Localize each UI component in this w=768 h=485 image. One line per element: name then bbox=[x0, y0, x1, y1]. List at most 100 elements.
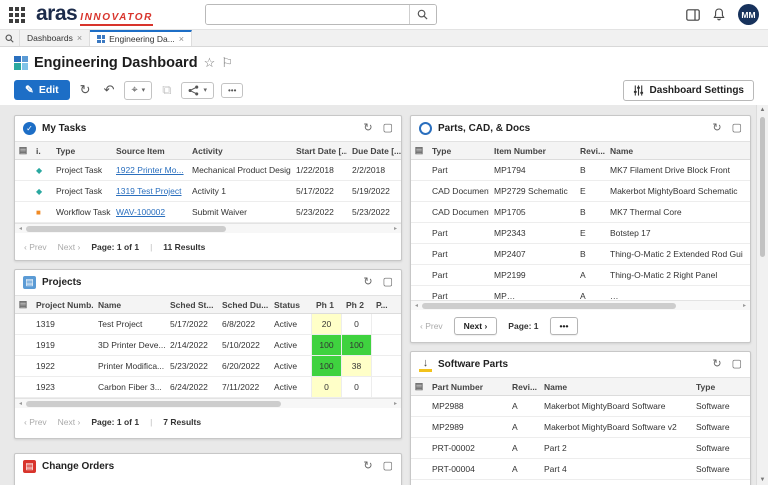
select-all-icon[interactable]: ▤ bbox=[411, 145, 427, 156]
table-row[interactable]: MP2988 A Makerbot MightyBoard Software S… bbox=[411, 396, 750, 417]
next-button[interactable]: Next › bbox=[58, 417, 81, 427]
table-row[interactable]: 1922 Printer Modifica... 5/23/2022 6/20/… bbox=[15, 356, 401, 377]
horizontal-scrollbar[interactable]: ◂ ▸ bbox=[411, 300, 750, 310]
scrollbar-thumb[interactable] bbox=[26, 226, 226, 232]
table-row[interactable]: PRT-00004 A Part 4 Software bbox=[411, 459, 750, 480]
column-header[interactable]: Sched Du... bbox=[217, 300, 269, 310]
table-row[interactable]: 1319 Test Project 5/17/2022 6/8/2022 Act… bbox=[15, 314, 401, 335]
refresh-icon[interactable]: ↻ bbox=[363, 461, 372, 472]
flag-icon[interactable]: ⚐ bbox=[221, 56, 233, 69]
scrollbar-track[interactable] bbox=[26, 226, 390, 232]
maximize-icon[interactable]: ▢ bbox=[383, 277, 393, 288]
refresh-icon[interactable]: ↻ bbox=[712, 123, 721, 134]
column-header[interactable]: Part Number bbox=[427, 382, 507, 392]
table-row[interactable]: 1919 3D Printer Deve... 2/14/2022 5/10/2… bbox=[15, 335, 401, 356]
column-header[interactable]: Ph 2 bbox=[341, 300, 371, 310]
share-dropdown[interactable]: ▾ bbox=[181, 82, 214, 99]
column-header[interactable]: Revi... bbox=[507, 382, 539, 392]
next-button[interactable]: Next › bbox=[454, 317, 498, 335]
scrollbar-track[interactable] bbox=[26, 401, 390, 407]
scroll-down-icon[interactable]: ▼ bbox=[760, 475, 766, 485]
table-row[interactable]: ◆ Project Task 1922 Printer Mo... Mechan… bbox=[15, 160, 401, 181]
vertical-scrollbar[interactable]: ▲ ▼ bbox=[756, 105, 768, 485]
scrollbar-track[interactable] bbox=[757, 115, 768, 475]
column-header[interactable]: i. bbox=[31, 146, 51, 156]
edit-button[interactable]: ✎ Edit bbox=[14, 80, 70, 100]
undo-button[interactable]: ↶ bbox=[101, 81, 118, 99]
user-avatar[interactable]: MM bbox=[738, 4, 759, 25]
column-header[interactable]: Item Number bbox=[489, 146, 575, 156]
horizontal-scrollbar[interactable]: ◂ ▸ bbox=[15, 223, 401, 233]
column-header[interactable]: Type bbox=[427, 146, 489, 156]
table-row[interactable]: Part MP2343 E Botstep 17 bbox=[411, 223, 750, 244]
tab-engineering-dashboard[interactable]: Engineering Da... × bbox=[90, 30, 192, 46]
scroll-left-icon[interactable]: ◂ bbox=[15, 225, 26, 232]
column-header[interactable]: Type bbox=[691, 382, 750, 392]
table-row[interactable]: CAD Document MP2729 Schematic E Makerbot… bbox=[411, 181, 750, 202]
column-header[interactable]: Start Date [...] bbox=[291, 146, 347, 156]
table-row[interactable]: ■ Workflow Task WAV-100002 Submit Waiver… bbox=[15, 202, 401, 223]
view-mode-dropdown[interactable]: ⌖ ▾ bbox=[124, 81, 152, 100]
column-header[interactable]: Ph 1 bbox=[311, 300, 341, 310]
column-header[interactable]: Status bbox=[269, 300, 311, 310]
aras-logo[interactable]: aras INNOVATOR bbox=[36, 3, 153, 26]
table-row[interactable]: ◆ Project Task 1319 Test Project Activit… bbox=[15, 181, 401, 202]
close-icon[interactable]: × bbox=[179, 34, 184, 44]
scrollbar-thumb[interactable] bbox=[760, 117, 765, 257]
refresh-icon[interactable]: ↻ bbox=[712, 359, 721, 370]
side-panel-toggle-button[interactable] bbox=[686, 9, 700, 21]
table-row[interactable]: 1923 Carbon Fiber 3... 6/24/2022 7/11/20… bbox=[15, 377, 401, 398]
scrollbar-track[interactable] bbox=[422, 303, 739, 309]
scroll-right-icon[interactable]: ▸ bbox=[739, 302, 750, 309]
column-header[interactable]: P... bbox=[371, 300, 401, 310]
scroll-up-icon[interactable]: ▲ bbox=[760, 105, 766, 115]
horizontal-scrollbar[interactable]: ◂ ▸ bbox=[15, 398, 401, 408]
prev-button[interactable]: ‹ Prev bbox=[420, 321, 443, 331]
select-all-icon[interactable]: ▤ bbox=[15, 299, 31, 310]
column-header[interactable]: Sched St... bbox=[165, 300, 217, 310]
select-all-icon[interactable]: ▤ bbox=[411, 381, 427, 392]
column-header[interactable]: Name bbox=[605, 146, 750, 156]
select-all-icon[interactable]: ▤ bbox=[15, 145, 31, 156]
next-button[interactable]: Next › bbox=[58, 242, 81, 252]
refresh-button[interactable]: ↻ bbox=[77, 81, 94, 99]
scroll-right-icon[interactable]: ▸ bbox=[390, 225, 401, 232]
maximize-icon[interactable]: ▢ bbox=[383, 123, 393, 134]
scroll-left-icon[interactable]: ◂ bbox=[411, 302, 422, 309]
more-actions-button[interactable]: ••• bbox=[221, 83, 243, 98]
prev-button[interactable]: ‹ Prev bbox=[24, 417, 47, 427]
copy-button[interactable]: ⧉ bbox=[159, 81, 174, 99]
source-item-link[interactable]: WAV-100002 bbox=[111, 207, 187, 217]
source-item-link[interactable]: 1922 Printer Mo... bbox=[111, 165, 187, 175]
refresh-icon[interactable]: ↻ bbox=[363, 123, 372, 134]
column-header[interactable]: Source Item bbox=[111, 146, 187, 156]
column-header[interactable]: Due Date [...] bbox=[347, 146, 401, 156]
column-header[interactable]: Type bbox=[51, 146, 111, 156]
more-pages-button[interactable]: ••• bbox=[550, 317, 579, 335]
search-button[interactable] bbox=[409, 5, 436, 24]
prev-button[interactable]: ‹ Prev bbox=[24, 242, 47, 252]
table-row[interactable]: Part MP2199 A Thing-O-Matic 2 Right Pane… bbox=[411, 265, 750, 286]
column-header[interactable]: Revi... bbox=[575, 146, 605, 156]
column-header[interactable]: Activity bbox=[187, 146, 291, 156]
maximize-icon[interactable]: ▢ bbox=[732, 123, 742, 134]
favorite-star-icon[interactable]: ☆ bbox=[204, 56, 216, 69]
tab-search-button[interactable] bbox=[0, 30, 20, 46]
table-row[interactable]: Part MP… A … bbox=[411, 286, 750, 300]
scroll-left-icon[interactable]: ◂ bbox=[15, 400, 26, 407]
tab-dashboards[interactable]: Dashboards × bbox=[20, 30, 90, 46]
refresh-icon[interactable]: ↻ bbox=[363, 277, 372, 288]
dashboard-settings-button[interactable]: Dashboard Settings bbox=[623, 80, 754, 101]
table-row[interactable]: CAD Document MP1705 B MK7 Thermal Core bbox=[411, 202, 750, 223]
column-header[interactable]: Name bbox=[93, 300, 165, 310]
close-icon[interactable]: × bbox=[77, 33, 82, 43]
table-row[interactable]: PRT-00002 A Part 2 Software bbox=[411, 438, 750, 459]
column-header[interactable]: Project Numb... bbox=[31, 300, 93, 310]
table-row[interactable]: Part MP2407 B Thing-O-Matic 2 Extended R… bbox=[411, 244, 750, 265]
maximize-icon[interactable]: ▢ bbox=[383, 461, 393, 472]
app-launcher-icon[interactable] bbox=[9, 7, 25, 23]
maximize-icon[interactable]: ▢ bbox=[732, 359, 742, 370]
scrollbar-thumb[interactable] bbox=[26, 401, 281, 407]
notifications-button[interactable] bbox=[713, 8, 725, 21]
scrollbar-thumb[interactable] bbox=[422, 303, 676, 309]
